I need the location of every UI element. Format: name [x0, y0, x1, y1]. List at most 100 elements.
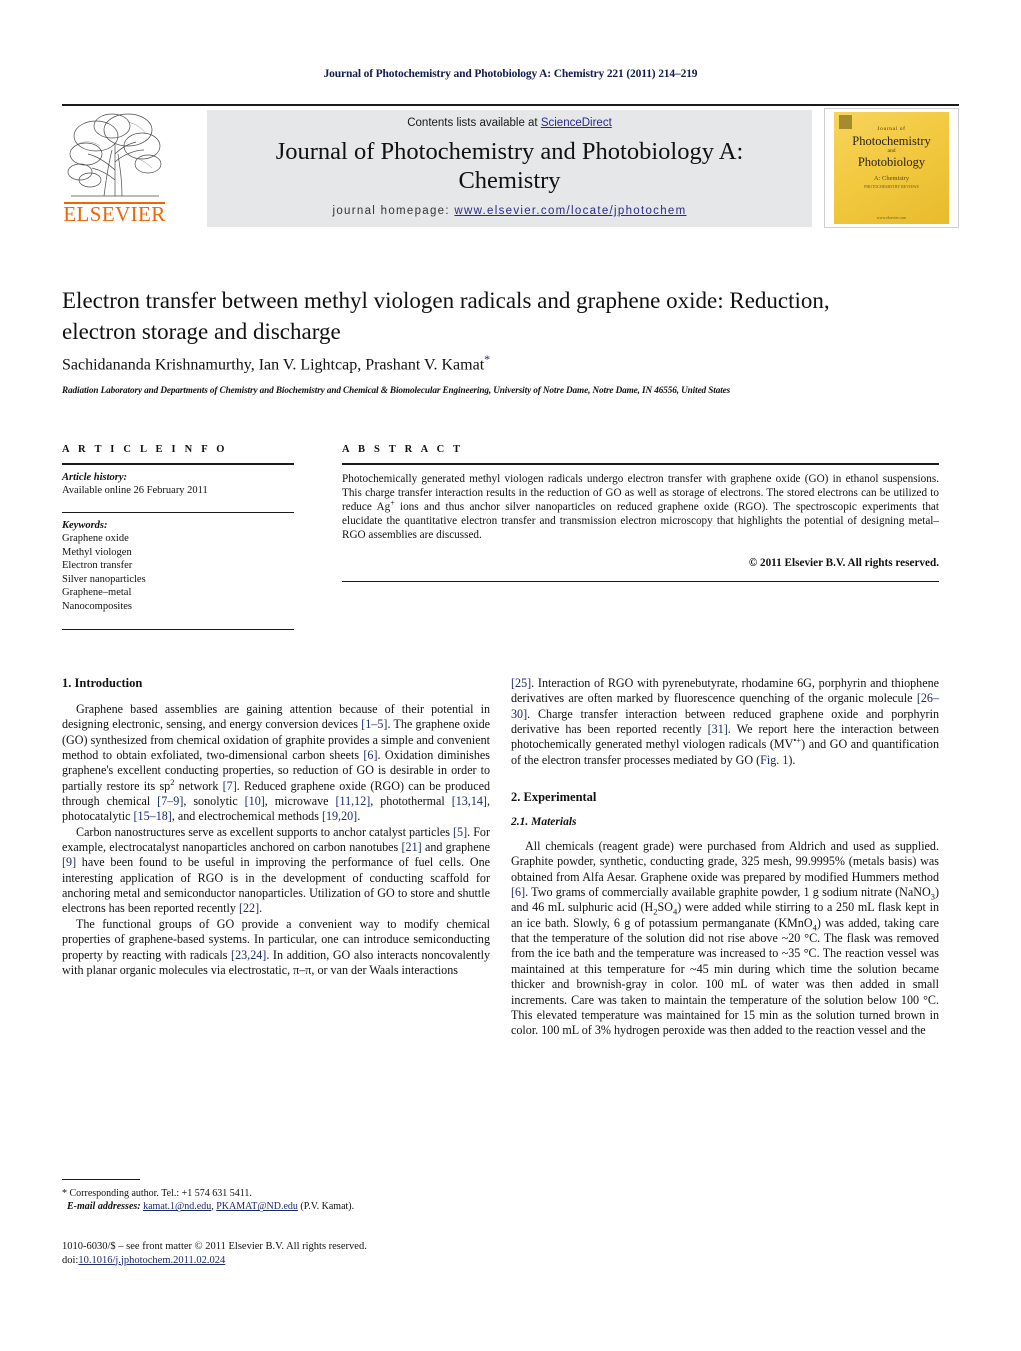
running-head: Journal of Photochemistry and Photobiolo… [323, 68, 698, 80]
doi-link[interactable]: 10.1016/j.jphotochem.2011.02.024 [78, 1255, 225, 1266]
text-run: ) was added, taking care that the temper… [511, 915, 939, 1038]
corresponding-author-marker: * [484, 352, 491, 366]
citation-ref[interactable]: [15–18] [134, 809, 172, 823]
article-info-column: A R T I C L E I N F O Article history: A… [62, 444, 294, 631]
cover-section: A: Chemistry [873, 175, 910, 182]
article-history-value: Available online 26 February 2011 [62, 485, 208, 497]
body-column-right: [25]. Interaction of RGO with pyrenebuty… [511, 676, 939, 1039]
copyright-line: © 2011 Elsevier B.V. All rights reserved… [748, 556, 939, 569]
text-run: . [357, 809, 361, 824]
footnote-block: * Corresponding author. Tel.: +1 574 631… [62, 1179, 490, 1213]
email-suffix: (P.V. Kamat). [300, 1201, 355, 1213]
body-column-left: 1. Introduction Graphene based assemblie… [62, 676, 490, 978]
journal-header-band: ELSEVIER Contents lists available at Sci… [62, 108, 959, 228]
keyword-item: Silver nanoparticles [62, 573, 146, 585]
journal-homepage-line: journal homepage: www.elsevier.com/locat… [207, 205, 812, 217]
sciencedirect-link[interactable]: ScienceDirect [541, 117, 612, 129]
imprint-line: 1010-6030/$ – see front matter © 2011 El… [62, 1241, 367, 1252]
text-run: Carbon nanostructures serve as excellent… [76, 824, 454, 839]
citation-ref[interactable]: [7–9] [157, 794, 183, 808]
cover-and: and [887, 148, 896, 154]
citation-ref[interactable]: [10] [245, 794, 265, 808]
citation-ref[interactable]: [7] [223, 779, 237, 793]
affiliation: Radiation Laboratory and Departments of … [62, 385, 731, 395]
citation-ref[interactable]: [21] [402, 840, 422, 854]
footnote-marker: * [62, 1188, 67, 1200]
cover-photochemistry: Photochemistry [852, 134, 931, 148]
keywords-block: Keywords: Graphene oxide Methyl viologen… [62, 513, 294, 614]
abstract-heading: A B S T R A C T [342, 444, 464, 455]
text-run: , sonolytic [183, 794, 245, 809]
keyword-item: Graphene–metal [62, 587, 132, 599]
email-label: E-mail addresses: [67, 1201, 141, 1213]
section-heading-introduction: 1. Introduction [62, 676, 143, 690]
text-run: , microwave [264, 794, 336, 809]
keywords-list: Graphene oxide Methyl viologen Electron … [62, 532, 294, 613]
citation-ref[interactable]: [6] [511, 885, 525, 899]
contents-lists-line: Contents lists available at ScienceDirec… [207, 117, 812, 129]
citation-ref[interactable]: [22] [239, 901, 259, 915]
cover-journal-of: Journal of [877, 126, 906, 132]
keywords-label: Keywords: [62, 519, 108, 531]
homepage-label: journal homepage: [332, 205, 455, 217]
citation-ref[interactable]: [31] [708, 722, 728, 736]
materials-paragraph-1: All chemicals (reagent grade) were purch… [511, 839, 939, 1038]
doi-label: doi: [62, 1254, 79, 1266]
text-run: , and electrochemical methods [171, 809, 322, 824]
article-info-heading: A R T I C L E I N F O [62, 444, 228, 455]
abstract-part-2: ions and thus anchor silver nanoparticle… [342, 501, 939, 542]
text-run: have been found to be useful in improvin… [62, 855, 490, 916]
figure-ref[interactable]: Fig. 1 [760, 753, 788, 767]
article-history: Article history: Available online 26 Feb… [62, 465, 294, 498]
radical-cation-superscript: •+ [793, 735, 802, 746]
citation-ref[interactable]: [25] [511, 676, 531, 690]
keyword-item: Graphene oxide [62, 533, 129, 545]
email-link-1[interactable]: kamat.1@nd.edu [143, 1201, 211, 1212]
contents-prefix: Contents lists available at [407, 117, 541, 129]
cover-section-sub: PHOTOCHEMISTRY REVIEWS [864, 184, 919, 189]
elsevier-wordmark: ELSEVIER [63, 202, 166, 226]
corresponding-author-text: Corresponding author. Tel.: +1 574 631 5… [69, 1188, 252, 1200]
text-run: . Two grams of commercially available gr… [525, 885, 931, 900]
citation-ref[interactable]: [9] [62, 855, 76, 869]
journal-homepage-link[interactable]: www.elsevier.com/locate/jphotochem [454, 205, 686, 217]
elsevier-logo: ELSEVIER [62, 110, 167, 228]
text-run: and graphene [421, 840, 491, 855]
subsection-heading-materials: 2.1. Materials [511, 816, 577, 829]
citation-ref[interactable]: [6] [363, 748, 377, 762]
corresponding-author-note: * Corresponding author. Tel.: +1 574 631… [62, 1188, 355, 1213]
author-list: Sachidananda Krishnamurthy, Ian V. Light… [62, 352, 922, 374]
text-run: , photothermal [370, 794, 452, 809]
email-link-2[interactable]: PKAMAT@ND.edu [216, 1201, 298, 1212]
citation-ref[interactable]: [5] [453, 825, 467, 839]
text-run: ). [788, 752, 796, 767]
keyword-item: Nanocomposites [62, 600, 132, 612]
intro-paragraph-1: Graphene based assemblies are gaining at… [62, 702, 490, 825]
keyword-item: Electron transfer [62, 560, 133, 572]
citation-ref[interactable]: [13,14] [452, 794, 487, 808]
citation-ref[interactable]: [1–5] [361, 717, 387, 731]
section-heading-experimental: 2. Experimental [511, 790, 597, 805]
footnote-rule [62, 1179, 140, 1181]
journal-cover-art: Journal of Photochemistry and Photobiolo… [834, 112, 949, 224]
cover-footer-url: www.elsevier.com [876, 215, 907, 220]
journal-title: Journal of Photochemistry and Photobiolo… [275, 138, 744, 194]
cover-photobiology: Photobiology [857, 155, 926, 169]
citation-ref[interactable]: [23,24] [231, 948, 266, 962]
text-run: . Interaction of RGO with pyrenebutyrate… [511, 676, 939, 706]
text-run: . [259, 901, 263, 916]
intro-paragraph-2: Carbon nanostructures serve as excellent… [62, 825, 490, 917]
article-history-label: Article history: [62, 471, 128, 483]
intro-paragraph-3-right: [25]. Interaction of RGO with pyrenebuty… [511, 676, 939, 768]
text-run: All chemicals (reagent grade) were purch… [511, 839, 939, 884]
header-top-rule [62, 104, 959, 106]
text-run: network [174, 778, 223, 793]
citation-ref[interactable]: [11,12] [335, 794, 370, 808]
elsevier-tree-icon [67, 113, 162, 197]
intro-paragraph-3-left: The functional groups of GO provide a co… [62, 917, 490, 978]
text-run: SO [657, 900, 673, 915]
doi-line: doi:10.1016/j.jphotochem.2011.02.024 [62, 1254, 562, 1268]
journal-title-box: Contents lists available at ScienceDirec… [207, 110, 812, 227]
citation-ref[interactable]: [19,20] [322, 809, 357, 823]
article-info-rule-3 [62, 629, 294, 631]
